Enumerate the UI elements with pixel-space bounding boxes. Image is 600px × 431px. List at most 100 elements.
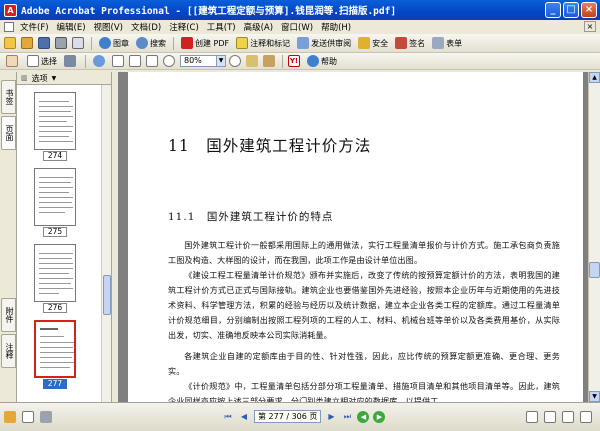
folder-icon[interactable] (4, 411, 16, 423)
zoom-in-icon[interactable] (229, 55, 241, 67)
search-label: 搜索 (150, 38, 166, 48)
tab-bookmarks[interactable]: 书签 (1, 80, 16, 114)
acrobat-icon: A (4, 3, 17, 17)
open-icon[interactable] (4, 37, 16, 49)
form-icon (432, 37, 445, 49)
page-thumbnail[interactable]: 275 (34, 168, 76, 237)
actual-size-icon[interactable] (112, 55, 124, 67)
fit-width-icon[interactable] (146, 55, 158, 67)
thumbnail-image (34, 92, 76, 150)
forms-button[interactable]: 表单 (430, 36, 464, 50)
thumbnail-panel: ▥ 选项 ▼ 274 275 276 277 (17, 72, 112, 402)
hand-tool-button[interactable] (4, 54, 22, 68)
help-icon (307, 55, 319, 67)
security-label: 安全 (372, 38, 389, 48)
menu-comments[interactable]: 注释(C) (165, 21, 203, 33)
thumbnail-page-number: 276 (43, 303, 67, 313)
send-review-label: 发送供审阅 (311, 38, 352, 48)
yahoo-icon[interactable]: Y! (288, 55, 300, 67)
page-number-field[interactable]: 第 277 / 306 页 (254, 410, 322, 423)
page-navigation: ⏮ ◀ 第 277 / 306 页 ▶ ⏭ ◀ ▶ (222, 410, 386, 423)
title-bar: A Adobe Acrobat Professional - [[建筑工程定额与… (0, 0, 600, 20)
continuous-icon[interactable] (544, 411, 556, 423)
document-close-button[interactable]: × (584, 21, 596, 32)
go-back-icon[interactable]: ◀ (357, 410, 370, 423)
scroll-thumb[interactable] (589, 262, 600, 278)
maximize-button[interactable]: □ (563, 2, 579, 18)
thumbnail-scroll-thumb[interactable] (103, 275, 111, 315)
print-icon[interactable] (55, 37, 67, 49)
status-right-icons (526, 411, 594, 423)
window-title: Adobe Acrobat Professional - [[建筑工程定额与预算… (21, 6, 397, 17)
menu-help[interactable]: 帮助(H) (317, 21, 355, 33)
paragraph: 各建筑企业自建的定额库由于目的性、针对性强，因此，应比传统的预算定额更准确、更合… (168, 351, 560, 376)
scroll-down-icon[interactable]: ▼ (589, 391, 600, 402)
thumbnail-image (34, 244, 76, 302)
page-thumbnail[interactable]: 274 (34, 92, 76, 161)
camera-icon (64, 55, 76, 67)
forms-label: 表单 (446, 38, 463, 48)
facing-icon[interactable] (562, 411, 574, 423)
single-page-icon[interactable] (526, 411, 538, 423)
layout-icon[interactable] (40, 411, 52, 423)
zoom-value: 80% (184, 56, 202, 65)
email-icon[interactable] (72, 37, 84, 49)
document-scrollbar[interactable]: ▲ ▼ (588, 72, 600, 402)
close-button[interactable]: × (581, 2, 597, 18)
tab-attachments[interactable]: 附件 (1, 298, 16, 332)
zoom-select[interactable]: 80% ▼ (180, 55, 226, 67)
chevron-down-icon[interactable]: ▼ (216, 56, 225, 66)
hand-icon (6, 55, 18, 67)
previous-page-icon[interactable]: ◀ (238, 411, 250, 423)
fit-page-icon[interactable] (129, 55, 141, 67)
zoom-tool-button[interactable] (91, 54, 109, 68)
tab-pages[interactable]: 页面 (1, 116, 16, 150)
paragraph: 国外建筑工程计价一般都采用国际上的通用做法，实行工程量清单报价与计价方式。施工承… (168, 240, 560, 265)
help-button[interactable]: 帮助 (305, 54, 339, 68)
status-bar: ⏮ ◀ 第 277 / 306 页 ▶ ⏭ ◀ ▶ (0, 402, 600, 431)
menu-window[interactable]: 窗口(W) (277, 21, 317, 33)
rotate-icon[interactable] (246, 55, 258, 67)
menu-view[interactable]: 视图(V) (90, 21, 127, 33)
comment-markup-button[interactable]: 注释和标记 (234, 36, 292, 50)
zoom-out-icon[interactable] (163, 55, 175, 67)
main-toolbar: 图章 搜索 创建 PDF 注释和标记 发送供审阅 安全 签名 表单 (0, 34, 600, 53)
sign-button[interactable]: 签名 (393, 36, 427, 50)
next-page-icon[interactable]: ▶ (325, 411, 337, 423)
page-thumbnail[interactable]: 276 (34, 244, 76, 313)
thumbnail-header: ▥ 选项 ▼ (17, 72, 111, 85)
zoom-icon (93, 55, 105, 67)
select-tool-button[interactable]: 选择 (25, 54, 59, 68)
last-page-icon[interactable]: ⏭ (341, 411, 353, 423)
menu-advanced[interactable]: 高级(A) (240, 21, 277, 33)
paragraph: 《计价规范》中，工程量清单包括分部分项工程量清单、措施项目清单和其他项目清单等。… (168, 381, 560, 402)
go-forward-icon[interactable]: ▶ (373, 410, 386, 423)
search-button[interactable]: 搜索 (134, 36, 168, 50)
continuous-facing-icon[interactable] (580, 411, 592, 423)
thumbnail-scrollbar[interactable] (101, 85, 111, 402)
comment-label: 注释和标记 (250, 38, 291, 48)
menu-file[interactable]: 文件(F) (16, 21, 53, 33)
first-page-icon[interactable]: ⏮ (222, 411, 234, 423)
options-menu[interactable]: 选项 (32, 73, 48, 84)
chevron-down-icon[interactable]: ▼ (52, 75, 57, 82)
organize-icon[interactable] (21, 37, 33, 49)
thumbnail-page-number: 274 (43, 151, 67, 161)
security-button[interactable]: 安全 (356, 36, 390, 50)
send-review-button[interactable]: 发送供审阅 (295, 36, 353, 50)
menu-edit[interactable]: 编辑(E) (53, 21, 90, 33)
create-pdf-button[interactable]: 创建 PDF (179, 36, 231, 50)
scroll-up-icon[interactable]: ▲ (589, 72, 600, 83)
save-icon[interactable] (38, 37, 50, 49)
window-controls: _ □ × (545, 2, 597, 18)
menu-bar: 文件(F) 编辑(E) 视图(V) 文档(D) 注释(C) 工具(T) 高级(A… (0, 20, 600, 34)
menu-document[interactable]: 文档(D) (127, 21, 165, 33)
tab-comments[interactable]: 注释 (1, 334, 16, 368)
minimize-button[interactable]: _ (545, 2, 561, 18)
menu-tools[interactable]: 工具(T) (203, 21, 240, 33)
stamp-button[interactable]: 图章 (97, 36, 131, 50)
snapshot-button[interactable] (62, 54, 80, 68)
page-thumbnail-selected[interactable]: 277 (34, 320, 76, 389)
typewriter-icon[interactable] (263, 55, 275, 67)
status-left-icons (4, 411, 54, 423)
